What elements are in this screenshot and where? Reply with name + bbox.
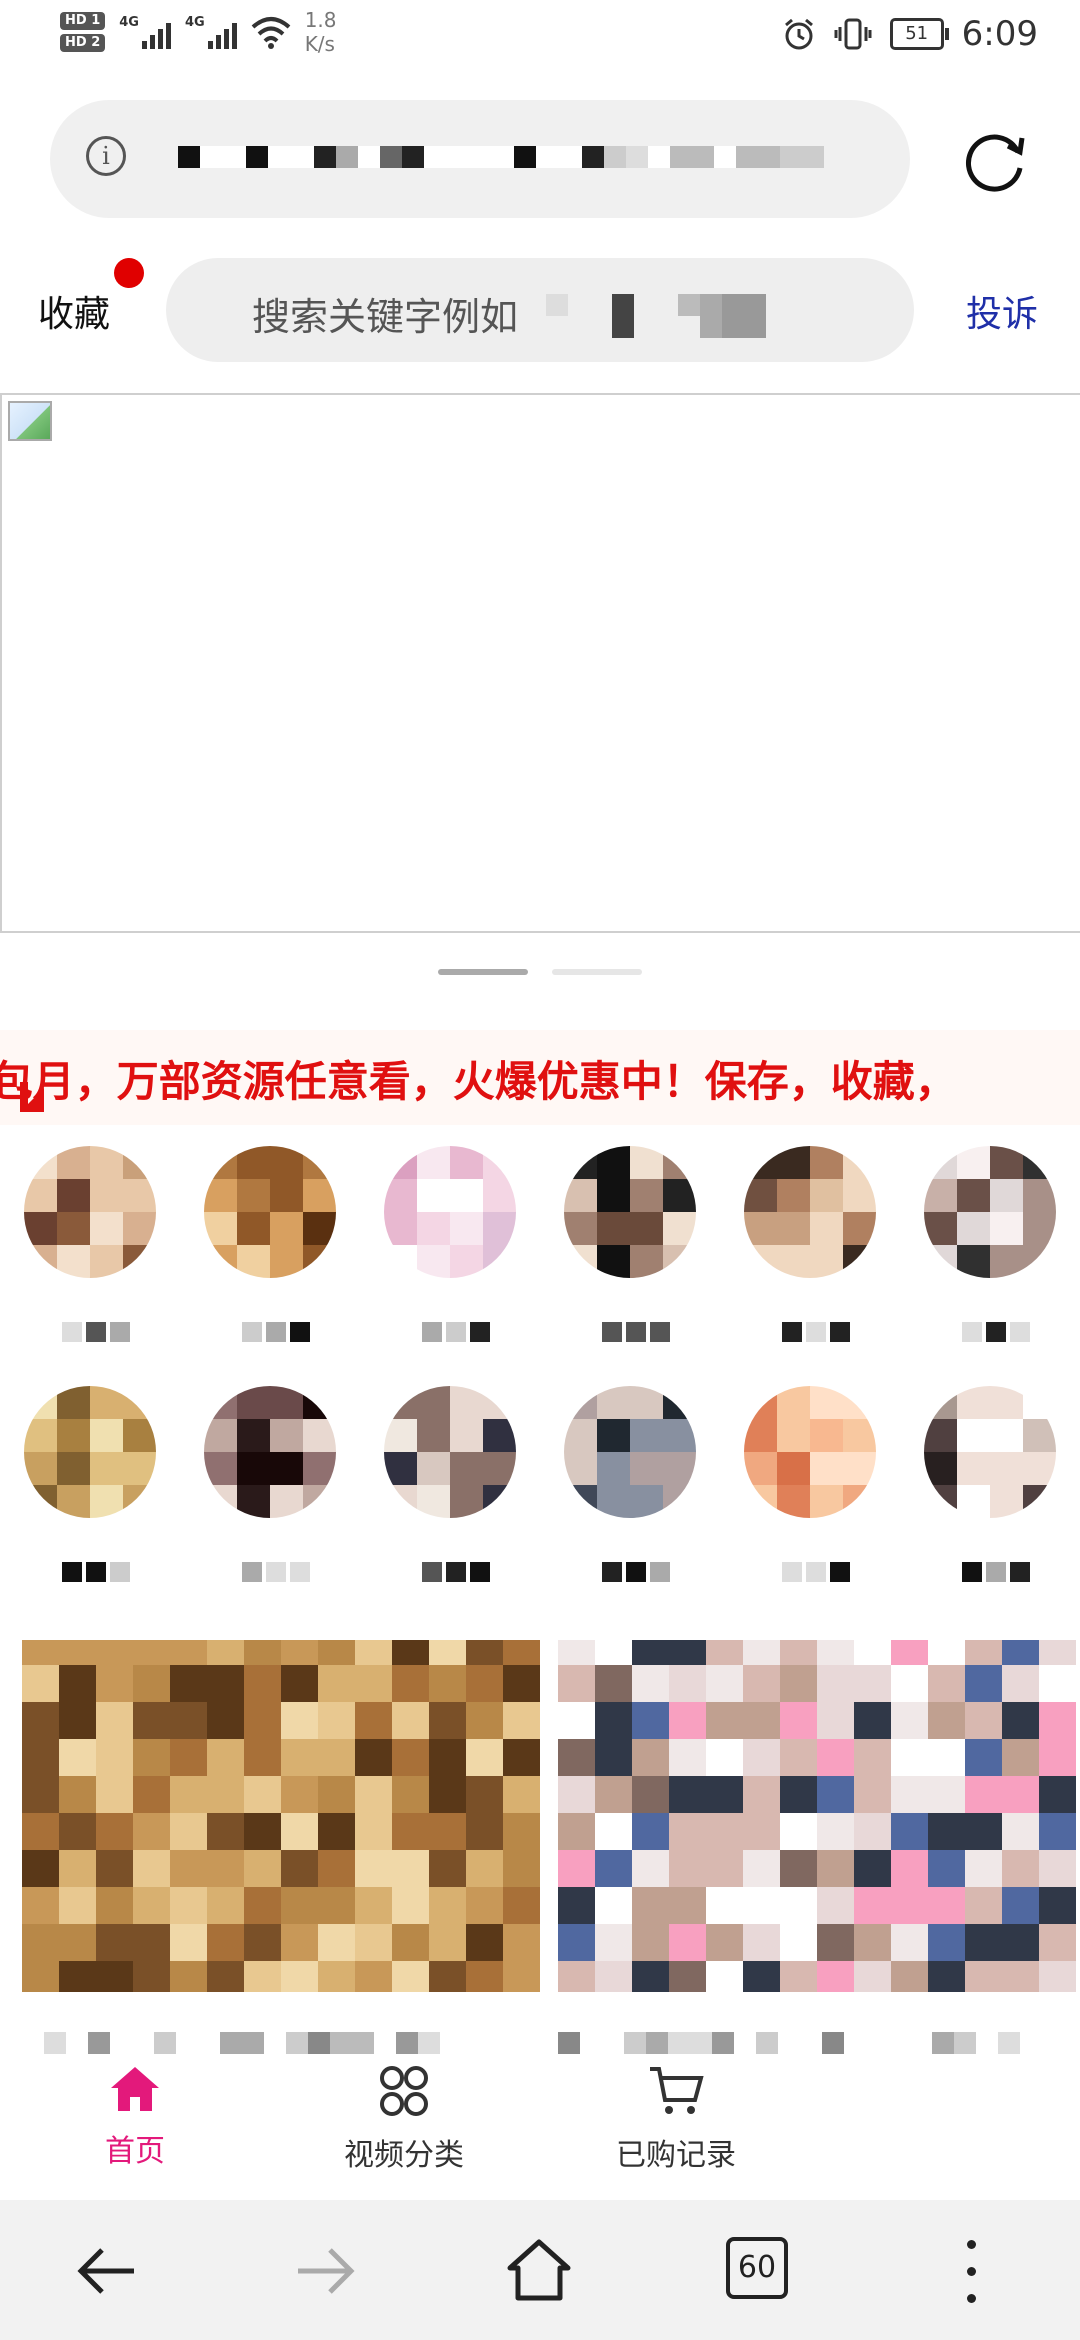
performer-avatar[interactable]	[204, 1146, 336, 1278]
performer-name[interactable]	[422, 1322, 490, 1342]
net-speed: 1.8 K/s	[305, 8, 337, 56]
search-input[interactable]: 搜索关键字例如	[166, 258, 914, 362]
video-thumbnail-2[interactable]	[558, 1640, 1076, 1992]
status-left: HD 1 HD 2 4G 4G 1.8 K/s	[60, 8, 337, 56]
status-bar: HD 1 HD 2 4G 4G 1.8 K/s 51 6:09	[0, 0, 1080, 80]
back-icon[interactable]	[72, 2236, 142, 2306]
home-icon	[111, 2067, 159, 2111]
announcement-text: P包月，万部资源任意看，火爆优惠中！保存，收藏，	[0, 1057, 957, 1106]
vibrate-icon	[834, 18, 872, 50]
status-right: 51 6:09	[782, 14, 1038, 54]
performer-avatar[interactable]	[924, 1386, 1056, 1518]
video-caption-1[interactable]	[44, 2032, 440, 2054]
url-bar[interactable]: i	[50, 100, 910, 218]
broken-image-icon	[8, 401, 52, 441]
wifi-icon	[251, 17, 291, 49]
carousel-dot-active	[438, 969, 528, 975]
clock-time: 6:09	[961, 14, 1038, 54]
carousel-indicator	[0, 969, 1080, 977]
network-label-2: 4G	[184, 15, 205, 30]
performer-avatar[interactable]	[204, 1386, 336, 1518]
announcement-marquee: P包月，万部资源任意看，火爆优惠中！保存，收藏，	[0, 1030, 1080, 1125]
hd-badges: HD 1 HD 2	[60, 12, 106, 52]
hd-badge-1: HD 1	[60, 12, 106, 30]
tab-video-categories[interactable]: 视频分类	[334, 2064, 474, 2174]
search-placeholder: 搜索关键字例如	[252, 295, 519, 339]
home-outline-icon[interactable]	[504, 2236, 574, 2306]
tab-categories-label: 视频分类	[344, 2138, 464, 2173]
performer-avatar[interactable]	[744, 1386, 876, 1518]
performer-name[interactable]	[602, 1322, 670, 1342]
speed-value: 1.8	[304, 8, 337, 32]
search-redacted	[546, 294, 766, 338]
tab-count-button[interactable]: 60	[726, 2237, 788, 2299]
signal-1-icon: 4G	[119, 15, 171, 49]
more-menu-icon[interactable]	[964, 2240, 978, 2303]
performer-name[interactable]	[422, 1562, 490, 1582]
tab-home[interactable]: 首页	[90, 2064, 180, 2170]
performer-name[interactable]	[62, 1562, 130, 1582]
complain-link[interactable]: 投诉	[966, 285, 1038, 337]
cart-icon	[650, 2067, 704, 2114]
tab-home-label: 首页	[105, 2134, 165, 2169]
favorites-button[interactable]: 收藏	[38, 285, 110, 337]
performer-name[interactable]	[782, 1322, 850, 1342]
performer-avatar[interactable]	[384, 1146, 516, 1278]
performer-avatar[interactable]	[924, 1146, 1056, 1278]
performer-avatar[interactable]	[384, 1386, 516, 1518]
performer-avatar[interactable]	[24, 1386, 156, 1518]
performer-name[interactable]	[242, 1562, 310, 1582]
performer-avatar[interactable]	[24, 1146, 156, 1278]
banner-image[interactable]	[0, 393, 1080, 933]
performer-name[interactable]	[242, 1322, 310, 1342]
performer-avatar[interactable]	[744, 1146, 876, 1278]
bottom-tab-bar: 首页 视频分类 已购记录	[0, 2054, 1080, 2194]
category-icon	[380, 2066, 428, 2116]
announcement-corner	[20, 1088, 44, 1112]
performer-avatar[interactable]	[564, 1146, 696, 1278]
url-text[interactable]	[178, 146, 824, 168]
hd-badge-2: HD 2	[60, 34, 106, 52]
performer-name[interactable]	[962, 1562, 1030, 1582]
tab-purchase-history[interactable]: 已购记录	[606, 2064, 746, 2174]
video-thumbnail-1[interactable]	[22, 1640, 540, 1992]
performer-name[interactable]	[62, 1322, 130, 1342]
video-caption-2[interactable]	[558, 2032, 1020, 2054]
speed-unit: K/s	[304, 32, 335, 56]
network-label-1: 4G	[119, 15, 139, 30]
carousel-dot	[552, 969, 642, 975]
performer-avatar[interactable]	[564, 1386, 696, 1518]
forward-icon[interactable]	[290, 2236, 360, 2306]
alarm-icon	[784, 18, 813, 50]
info-icon[interactable]: i	[86, 136, 126, 176]
reload-icon[interactable]	[962, 128, 1028, 194]
notification-dot	[114, 258, 144, 288]
battery-icon: 51	[889, 18, 949, 50]
tab-purchase-label: 已购记录	[616, 2138, 736, 2173]
signal-2-icon: 4G	[185, 15, 237, 49]
performer-name[interactable]	[962, 1322, 1030, 1342]
performer-name[interactable]	[782, 1562, 850, 1582]
performer-name[interactable]	[602, 1562, 670, 1582]
browser-nav-bar	[0, 2200, 1080, 2340]
